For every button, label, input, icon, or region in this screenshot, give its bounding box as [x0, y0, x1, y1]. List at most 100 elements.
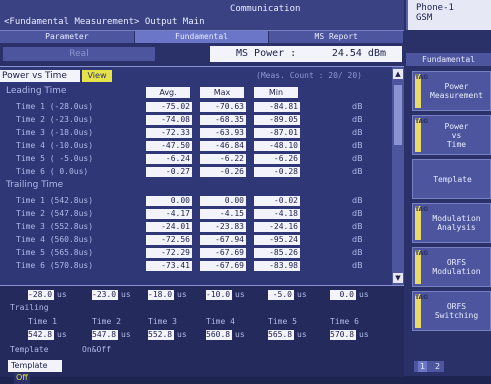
- leading-time-6-input[interactable]: 0.0: [330, 290, 356, 300]
- trailing-row: Time 2 (547.8us) -4.17 -4.15 -4.18 dB: [0, 208, 392, 220]
- orfs-modulation-softkey[interactable]: TAG ORFS Modulation: [412, 247, 491, 287]
- unit-label: dB: [352, 235, 363, 244]
- softkey-label: ORFS Modulation: [432, 258, 481, 276]
- min-value: -87.01: [254, 128, 300, 138]
- template-toggle-button[interactable]: Template Off: [8, 360, 62, 384]
- phone-name: Phone-1: [416, 3, 454, 13]
- scroll-down-icon[interactable]: ▼: [393, 273, 403, 283]
- scroll-up-icon[interactable]: ▲: [393, 69, 403, 79]
- tab-fundamental[interactable]: Fundamental: [134, 31, 270, 43]
- ms-power-readout: MS Power : 24.54 dBm: [210, 46, 402, 62]
- avg-value: -73.41: [146, 261, 192, 271]
- ms-power-value: 24.54 dBm: [331, 48, 386, 59]
- real-indicator: Real: [3, 47, 155, 61]
- leading-time-5-input[interactable]: -5.0: [268, 290, 294, 300]
- view-button[interactable]: View: [82, 70, 112, 82]
- softkey-label: Power vs Time: [444, 121, 469, 149]
- unit-us: us: [297, 330, 307, 339]
- template-onoff-label: On&Off: [82, 345, 111, 354]
- leading-time-4-input[interactable]: -10.0: [206, 290, 232, 300]
- unit-label: dB: [352, 128, 363, 137]
- trailing-header: Time 4: [206, 317, 235, 326]
- tab-ms-report[interactable]: MS Report: [269, 31, 405, 43]
- unit-us: us: [359, 330, 369, 339]
- unit-label: dB: [352, 141, 363, 150]
- trailing-row: Time 4 (560.8us) -72.56 -67.94 -95.24 dB: [0, 234, 392, 246]
- page-1[interactable]: 1: [417, 361, 428, 372]
- modulation-analysis-softkey[interactable]: TAG Modulation Analysis: [412, 203, 491, 243]
- softkey-label: Power Measurement: [430, 82, 483, 100]
- row-label: Time 3 (552.8us): [16, 222, 94, 231]
- min-value: -0.28: [254, 167, 300, 177]
- results-scrollbar[interactable]: ▲ ▼: [392, 67, 404, 285]
- trailing-time-1-input[interactable]: 542.8: [28, 330, 54, 340]
- unit-us: us: [177, 290, 187, 299]
- avg-value: -6.24: [146, 154, 192, 164]
- trailing-time-title: Trailing Time: [6, 180, 64, 190]
- max-value: -68.35: [200, 115, 246, 125]
- leading-time-3-input[interactable]: -18.0: [148, 290, 174, 300]
- power-vs-time-softkey[interactable]: TAG Power vs Time: [412, 115, 491, 155]
- max-value: -70.63: [200, 102, 246, 112]
- softkey-page-indicator[interactable]: 1 2: [414, 361, 444, 372]
- trailing-time-headers: Time 1 Time 2 Time 3 Time 4 Time 5 Time …: [0, 316, 404, 328]
- avg-value: -72.33: [146, 128, 192, 138]
- page-2[interactable]: 2: [435, 361, 440, 372]
- min-value: -24.16: [254, 222, 300, 232]
- col-min-header: Min: [254, 87, 298, 98]
- template-softkey[interactable]: Template: [412, 159, 491, 199]
- unit-label: dB: [352, 154, 363, 163]
- softkey-label: Modulation Analysis: [432, 214, 481, 232]
- trailing-time-3-input[interactable]: 552.8: [148, 330, 174, 340]
- unit-us: us: [121, 290, 131, 299]
- tab-bar: Parameter Fundamental MS Report: [0, 31, 405, 43]
- leading-row: Time 6 ( 0.0us) -0.27 -0.26 -0.28 dB: [0, 166, 392, 178]
- max-value: -23.83: [200, 222, 246, 232]
- min-value: -0.02: [254, 196, 300, 206]
- max-value: -4.15: [200, 209, 246, 219]
- avg-value: -75.02: [146, 102, 192, 112]
- min-value: -84.81: [254, 102, 300, 112]
- unit-label: dB: [352, 196, 363, 205]
- row-label: Time 4 (560.8us): [16, 235, 94, 244]
- leading-row: Time 4 (-10.0us) -47.50 -46.84 -48.10 dB: [0, 140, 392, 152]
- max-value: -0.26: [200, 167, 246, 177]
- avg-value: -72.29: [146, 248, 192, 258]
- trailing-time-4-input[interactable]: 560.8: [206, 330, 232, 340]
- screen: Communication <Fundamental Measurement> …: [0, 0, 491, 384]
- row-label: Time 2 (547.8us): [16, 209, 94, 218]
- max-value: -46.84: [200, 141, 246, 151]
- min-value: -89.05: [254, 115, 300, 125]
- scroll-thumb[interactable]: [394, 85, 402, 145]
- tag-marker: TAG: [415, 74, 428, 108]
- unit-us: us: [359, 290, 369, 299]
- template-toggle-label: Template: [11, 361, 48, 370]
- power-measurement-softkey[interactable]: TAG Power Measurement: [412, 71, 491, 111]
- min-value: -4.18: [254, 209, 300, 219]
- results-panel: Power vs Time View (Meas. Count : 20/ 20…: [0, 66, 404, 285]
- header-bar: Communication <Fundamental Measurement> …: [0, 0, 404, 31]
- max-value: -67.94: [200, 235, 246, 245]
- template-label: Template: [10, 345, 49, 354]
- leading-time-1-input[interactable]: -28.0: [28, 290, 54, 300]
- ms-power-label: MS Power :: [236, 48, 297, 59]
- trailing-time-5-input[interactable]: 565.8: [268, 330, 294, 340]
- unit-us: us: [57, 290, 67, 299]
- trailing-time-6-input[interactable]: 570.8: [330, 330, 356, 340]
- tag-marker: TAG: [415, 250, 428, 284]
- row-label: Time 5 ( -5.0us): [16, 154, 94, 163]
- row-label: Time 5 (565.8us): [16, 248, 94, 257]
- avg-value: -4.17: [146, 209, 192, 219]
- row-label: Time 1 (542.8us): [16, 196, 94, 205]
- tag-marker: TAG: [415, 294, 428, 328]
- min-value: -85.26: [254, 248, 300, 258]
- leading-row: Time 2 (-23.0us) -74.08 -68.35 -89.05 dB: [0, 114, 392, 126]
- max-value: 0.00: [200, 196, 246, 206]
- trailing-header: Time 2: [92, 317, 121, 326]
- unit-us: us: [297, 290, 307, 299]
- tab-parameter[interactable]: Parameter: [0, 31, 135, 43]
- orfs-switching-softkey[interactable]: TAG ORFS Switching: [412, 291, 491, 331]
- trailing-time-2-input[interactable]: 547.8: [92, 330, 118, 340]
- trailing-header: Time 1: [28, 317, 57, 326]
- leading-time-2-input[interactable]: -23.0: [92, 290, 118, 300]
